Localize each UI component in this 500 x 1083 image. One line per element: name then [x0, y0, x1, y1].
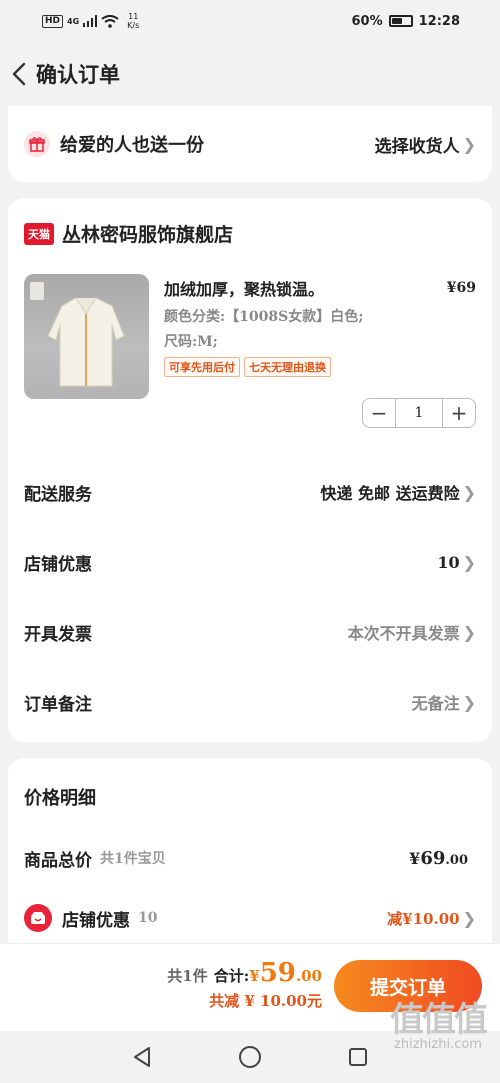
- saved-amount: 共减 ¥ 10.00元: [209, 992, 322, 1010]
- tmall-logo: 天猫: [24, 222, 54, 245]
- chevron-left-icon: [12, 62, 26, 86]
- total-amount: ¥59.00: [249, 958, 322, 988]
- square-recents-icon: [349, 1048, 367, 1066]
- nav-home-button[interactable]: [232, 1039, 268, 1075]
- invoice-label: 开具发票: [24, 624, 92, 645]
- hd-indicator: HD: [42, 14, 64, 28]
- goods-total-label: 商品总价: [24, 850, 92, 871]
- delivery-label: 配送服务: [24, 484, 92, 505]
- chevron-right-icon: ❯: [462, 134, 476, 154]
- goods-total-symbol: ¥: [409, 848, 421, 868]
- speed-unit: K/s: [127, 21, 140, 30]
- goods-total-dec: .00: [445, 852, 468, 868]
- item-count: 共1件: [167, 967, 208, 985]
- shop-discount-value: 10: [437, 552, 460, 572]
- store-name: 丛林密码服饰旗舰店: [62, 224, 234, 246]
- product-spec-color: 颜色分类:【1008S女款】白色;: [164, 309, 364, 325]
- select-recipient-button[interactable]: 选择收货人 ❯: [375, 132, 476, 157]
- chevron-right-icon: ❯: [462, 908, 476, 928]
- product-tags: 可享先用后付 七天无理由退换: [164, 357, 331, 377]
- price-detail-card: 价格明细 商品总价 共1件宝贝 ¥69.00 店铺优惠 10 减¥10.00 ❯: [8, 758, 492, 948]
- total-dec: .00: [295, 967, 322, 985]
- shop-discount-row[interactable]: 店铺优惠 10 ❯: [24, 542, 476, 582]
- battery-fill: [391, 18, 402, 24]
- select-recipient-label: 选择收货人: [374, 136, 460, 157]
- gift-label: 给爱的人也送一份: [60, 135, 204, 156]
- decrement-button[interactable]: −: [363, 399, 395, 427]
- product-price: ¥69: [446, 280, 476, 296]
- shop-discount-value-wrap: 10 ❯: [437, 553, 476, 572]
- nav-recents-button[interactable]: [340, 1039, 376, 1075]
- remark-label: 订单备注: [24, 694, 92, 715]
- back-button[interactable]: [4, 54, 34, 94]
- signal-icon: [83, 15, 98, 27]
- total-label: 合计:: [213, 967, 250, 985]
- triangle-back-icon: [134, 1047, 150, 1067]
- chevron-right-icon: ❯: [462, 622, 476, 642]
- page-header: 确认订单: [0, 42, 500, 106]
- quantity-value[interactable]: 1: [395, 399, 443, 427]
- remark-value-wrap: 无备注 ❯: [412, 690, 476, 714]
- delivery-row[interactable]: 配送服务 快递 免邮 送运费险 ❯: [24, 472, 476, 512]
- shop-discount-icon: [24, 904, 52, 932]
- goods-total-int: 69: [420, 847, 446, 869]
- wifi-icon: [101, 14, 119, 28]
- goods-count: 共1件宝贝: [100, 851, 166, 867]
- goods-total-value: ¥69.00: [409, 848, 468, 869]
- invoice-row[interactable]: 开具发票 本次不开具发票 ❯: [24, 612, 476, 652]
- status-bar: HD 4G 11 K/s 60% 12:28: [0, 0, 500, 42]
- gift-card: 给爱的人也送一份 选择收货人 ❯: [8, 106, 492, 182]
- store-row[interactable]: 天猫 丛林密码服饰旗舰店: [24, 220, 233, 247]
- invoice-value: 本次不开具发票: [347, 624, 460, 643]
- nav-back-button[interactable]: [124, 1039, 160, 1075]
- chevron-right-icon: ❯: [462, 482, 476, 502]
- price-detail-heading: 价格明细: [24, 788, 96, 809]
- order-total: 共1件 合计: ¥59.00: [167, 958, 322, 988]
- tag-pay-later: 可享先用后付: [164, 357, 240, 377]
- increment-button[interactable]: +: [443, 399, 475, 427]
- quantity-stepper: − 1 +: [362, 398, 476, 428]
- order-card: 天猫 丛林密码服饰旗舰店 加绒加厚，聚热锁温。 ¥69 颜色分类:【1008S女…: [8, 198, 492, 742]
- total-int: 59: [259, 958, 296, 988]
- remark-value: 无备注: [411, 694, 460, 713]
- status-left: HD 4G 11 K/s: [42, 12, 139, 30]
- shop-discount-detail-row[interactable]: 店铺优惠 10 减¥10.00 ❯: [24, 900, 476, 936]
- battery-percent: 60%: [351, 13, 383, 29]
- product-spec-size: 尺码:M;: [164, 334, 218, 350]
- shop-discount-detail-value: 减¥10.00: [387, 909, 460, 928]
- product-title: 加绒加厚，聚热锁温。: [164, 280, 325, 299]
- network-type: 4G: [67, 16, 80, 26]
- watermark-logo: 值值值: [390, 1000, 488, 1040]
- watermark: 值值值 zhizhizhi.com: [390, 992, 488, 1052]
- watermark-site: zhizhizhi.com: [394, 1037, 482, 1052]
- page-title: 确认订单: [36, 62, 120, 87]
- shop-discount-detail-sub: 10: [138, 910, 158, 926]
- speed-value: 11: [128, 12, 139, 21]
- shop-discount-label: 店铺优惠: [24, 554, 92, 575]
- battery-icon: [388, 15, 413, 27]
- product-image[interactable]: [24, 274, 149, 399]
- shop-discount-detail-value-wrap: 减¥10.00 ❯: [387, 908, 476, 929]
- gift-icon: [24, 131, 50, 157]
- circle-home-icon: [239, 1046, 261, 1068]
- invoice-value-wrap: 本次不开具发票 ❯: [348, 620, 476, 644]
- status-right: 60% 12:28: [351, 14, 460, 29]
- network-speed: 11 K/s: [127, 12, 139, 30]
- delivery-value: 快递 免邮 送运费险: [320, 484, 460, 503]
- remark-row[interactable]: 订单备注 无备注 ❯: [24, 682, 476, 722]
- total-symbol: ¥: [249, 967, 260, 985]
- shop-discount-detail-label: 店铺优惠: [62, 910, 130, 931]
- goods-total-row: 商品总价 共1件宝贝 ¥69.00: [24, 840, 476, 876]
- chevron-right-icon: ❯: [462, 552, 476, 572]
- tag-seven-day-return: 七天无理由退换: [244, 357, 331, 377]
- clock: 12:28: [418, 13, 460, 29]
- chevron-right-icon: ❯: [462, 692, 476, 712]
- delivery-value-wrap: 快递 免邮 送运费险 ❯: [320, 480, 476, 504]
